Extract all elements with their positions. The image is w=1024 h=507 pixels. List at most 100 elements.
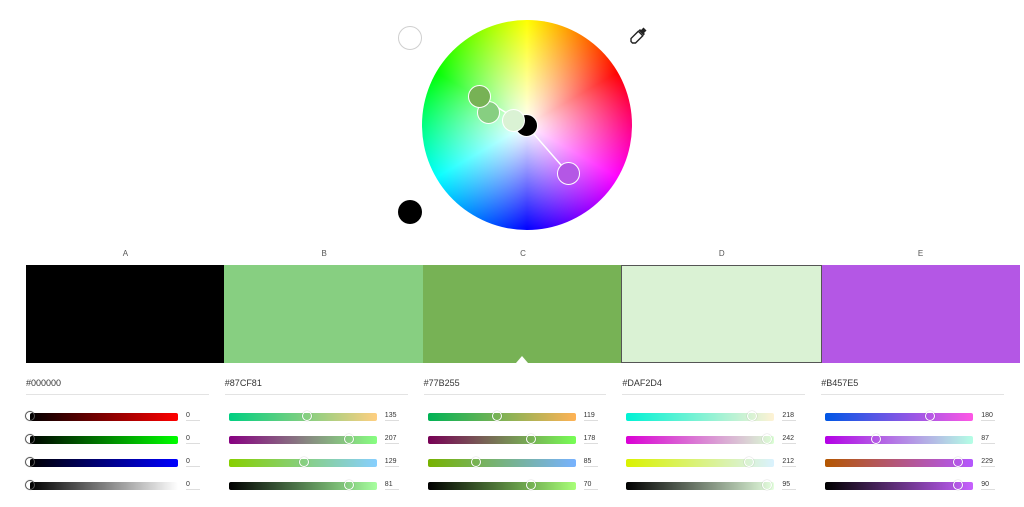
swatch-e[interactable] — [821, 265, 1021, 363]
slider-row-b: 212 — [622, 451, 805, 474]
slider-value[interactable]: 0 — [186, 412, 200, 421]
swatch-labels: A B C D E — [26, 249, 1020, 261]
slider-value[interactable]: 180 — [981, 412, 996, 421]
circle-empty-icon[interactable] — [398, 26, 422, 50]
slider-row-r: 135 — [225, 405, 408, 428]
slider-thumb[interactable] — [25, 410, 35, 421]
slider-row-k: 95 — [622, 474, 805, 497]
slider-value[interactable]: 70 — [583, 481, 598, 490]
slider-row-k: 81 — [225, 474, 408, 497]
slider-row-r: 0 — [25, 405, 209, 428]
slider-track-k[interactable] — [626, 479, 775, 490]
slider-thumb[interactable] — [343, 479, 354, 490]
slider-thumb[interactable] — [526, 433, 537, 444]
slider-value[interactable]: 0 — [186, 458, 200, 467]
slider-track-g[interactable] — [626, 433, 775, 444]
hex-value[interactable]: #B457E5 — [821, 378, 1004, 395]
slider-value[interactable]: 212 — [782, 458, 797, 467]
slider-thumb[interactable] — [471, 456, 482, 467]
slider-track-r[interactable] — [228, 410, 377, 421]
label-d: D — [718, 249, 725, 258]
slider-track-b[interactable] — [626, 456, 775, 467]
slider-thumb[interactable] — [25, 456, 35, 467]
color-controls: #000000 0 0 0 0 #87CF81 135 207 129 81 #77B255 119 1… — [25, 378, 1020, 497]
slider-track-b[interactable] — [228, 456, 377, 467]
slider-thumb[interactable] — [761, 433, 772, 444]
slider-track-b[interactable] — [25, 456, 178, 467]
slider-value[interactable]: 87 — [981, 435, 996, 444]
slider-value[interactable]: 85 — [583, 458, 598, 467]
slider-thumb[interactable] — [25, 433, 35, 444]
slider-value[interactable]: 129 — [384, 458, 399, 467]
hex-value[interactable]: #87CF81 — [224, 378, 408, 395]
slider-thumb[interactable] — [761, 479, 772, 490]
slider-track-r[interactable] — [626, 410, 775, 421]
slider-thumb[interactable] — [747, 410, 758, 421]
slider-thumb[interactable] — [25, 479, 35, 490]
slider-track-k[interactable] — [228, 479, 377, 490]
slider-thumb[interactable] — [343, 433, 354, 444]
slider-row-g: 242 — [622, 428, 805, 451]
slider-value[interactable]: 90 — [981, 481, 996, 490]
swatch-d[interactable] — [621, 265, 822, 363]
slider-track-g[interactable] — [825, 433, 974, 444]
slider-track-b[interactable] — [825, 456, 974, 467]
slider-row-b: 229 — [821, 451, 1004, 474]
slider-value[interactable]: 242 — [782, 435, 797, 444]
eyedropper-icon[interactable] — [630, 26, 648, 44]
controls-column-e: #B457E5 180 87 229 90 — [821, 378, 1020, 497]
swatch-b[interactable] — [224, 265, 423, 363]
slider-value[interactable]: 95 — [782, 481, 797, 490]
slider-thumb[interactable] — [526, 479, 537, 490]
hex-value[interactable]: #000000 — [26, 378, 209, 395]
slider-value[interactable]: 119 — [583, 412, 598, 421]
slider-row-b: 0 — [25, 451, 209, 474]
swatch-c[interactable] — [422, 265, 622, 363]
slider-thumb[interactable] — [744, 456, 755, 467]
slider-row-r: 119 — [424, 405, 607, 428]
label-b: B — [321, 249, 327, 258]
controls-column-a: #000000 0 0 0 0 — [25, 378, 225, 497]
slider-track-r[interactable] — [825, 410, 974, 421]
slider-value[interactable]: 0 — [186, 435, 200, 444]
slider-row-g: 178 — [424, 428, 607, 451]
slider-value[interactable]: 178 — [583, 435, 598, 444]
slider-row-b: 85 — [424, 451, 607, 474]
swatch-strip — [26, 265, 1021, 363]
slider-thumb[interactable] — [870, 433, 881, 444]
slider-thumb[interactable] — [953, 456, 964, 467]
slider-track-r[interactable] — [25, 410, 178, 421]
slider-track-r[interactable] — [427, 410, 576, 421]
selected-indicator-icon — [516, 356, 529, 363]
slider-value[interactable]: 0 — [186, 481, 200, 490]
label-c: C — [520, 249, 526, 258]
slider-track-k[interactable] — [25, 479, 178, 490]
slider-thumb[interactable] — [299, 456, 310, 467]
handle-e[interactable] — [557, 162, 580, 185]
slider-value[interactable]: 81 — [384, 481, 399, 490]
slider-track-g[interactable] — [25, 433, 178, 444]
handle-d[interactable] — [502, 109, 525, 132]
handle-c[interactable] — [468, 85, 491, 108]
slider-value[interactable]: 207 — [384, 435, 399, 444]
slider-value[interactable]: 218 — [782, 412, 797, 421]
slider-thumb[interactable] — [953, 479, 964, 490]
slider-thumb[interactable] — [492, 410, 503, 421]
slider-track-g[interactable] — [228, 433, 377, 444]
hex-value[interactable]: #DAF2D4 — [622, 378, 806, 395]
slider-track-k[interactable] — [427, 479, 576, 490]
slider-thumb[interactable] — [302, 410, 313, 421]
slider-value[interactable]: 135 — [384, 412, 399, 421]
slider-thumb[interactable] — [925, 410, 936, 421]
slider-row-g: 87 — [821, 428, 1004, 451]
controls-column-c: #77B255 119 178 85 70 — [423, 378, 623, 497]
swatch-a[interactable] — [26, 265, 225, 363]
slider-track-g[interactable] — [427, 433, 576, 444]
controls-column-b: #87CF81 135 207 129 81 — [224, 378, 424, 497]
slider-value[interactable]: 229 — [981, 458, 996, 467]
slider-track-k[interactable] — [825, 479, 974, 490]
circle-filled-icon[interactable] — [398, 200, 422, 224]
slider-track-b[interactable] — [427, 456, 576, 467]
hex-value[interactable]: #77B255 — [423, 378, 607, 395]
controls-column-d: #DAF2D4 218 242 212 95 — [622, 378, 821, 497]
